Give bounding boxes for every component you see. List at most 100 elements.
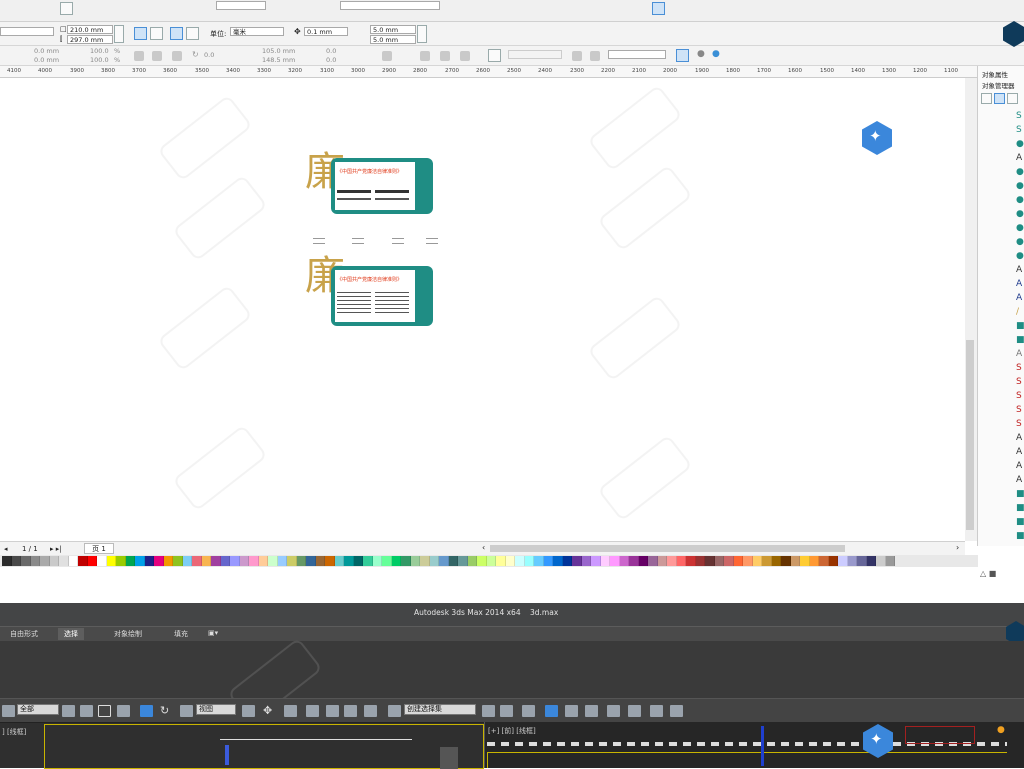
color-palette[interactable] xyxy=(0,555,978,567)
palette-swatch[interactable] xyxy=(496,556,506,566)
duplicate-spinner[interactable] xyxy=(417,25,427,43)
selection-filter-dropdown[interactable]: 全部 xyxy=(17,704,59,715)
horizontal-scroll-thumb[interactable] xyxy=(490,545,845,552)
center-y-field[interactable]: 148.5 mm xyxy=(262,56,295,65)
page-width-field[interactable]: 210.0 mm xyxy=(67,25,113,34)
named-selection-dropdown[interactable]: 创建选择集 xyxy=(404,704,476,715)
text-node[interactable]: A xyxy=(1016,462,1022,471)
palette-swatch[interactable] xyxy=(705,556,715,566)
spinner-snap-icon[interactable] xyxy=(364,705,377,717)
mirror-h-icon[interactable] xyxy=(152,51,162,61)
text-node[interactable]: A xyxy=(1016,350,1022,359)
render-setup-icon[interactable] xyxy=(628,705,641,717)
palette-swatch[interactable] xyxy=(315,556,325,566)
palette-swatch[interactable] xyxy=(657,556,667,566)
object-node[interactable]: S xyxy=(1016,406,1022,415)
object-node[interactable]: ● xyxy=(1016,238,1024,247)
palette-swatch[interactable] xyxy=(600,556,610,566)
manipulate-icon[interactable]: ✥ xyxy=(263,705,276,717)
palette-swatch[interactable] xyxy=(790,556,800,566)
palette-swatch[interactable] xyxy=(391,556,401,566)
object-node[interactable]: ■ xyxy=(1016,504,1024,513)
palette-swatch[interactable] xyxy=(277,556,287,566)
palette-swatch[interactable] xyxy=(125,556,135,566)
object-icon[interactable] xyxy=(994,93,1005,104)
palette-swatch[interactable] xyxy=(819,556,829,566)
tab-freeform[interactable]: 自由形式 xyxy=(4,628,44,640)
palette-swatch[interactable] xyxy=(239,556,249,566)
snap-icon[interactable] xyxy=(652,2,665,15)
palette-swatch[interactable] xyxy=(581,556,591,566)
palette-swatch[interactable] xyxy=(800,556,810,566)
palette-swatch[interactable] xyxy=(838,556,848,566)
schematic-icon[interactable] xyxy=(585,705,598,717)
duplicate-x-field[interactable]: 5.0 mm xyxy=(370,25,416,34)
tab-populate[interactable]: 填充 xyxy=(168,628,194,640)
viewport-label[interactable]: [+] [前] [线框] xyxy=(488,726,536,736)
palette-swatch[interactable] xyxy=(477,556,487,566)
mirror-v-icon[interactable] xyxy=(172,51,182,61)
current-page-button[interactable] xyxy=(186,27,199,40)
palette-swatch[interactable] xyxy=(325,556,335,566)
color-a-icon[interactable]: ● xyxy=(697,49,705,59)
palette-swatch[interactable] xyxy=(781,556,791,566)
palette-swatch[interactable] xyxy=(562,556,572,566)
viewport-right[interactable]: [+] [前] [线框] ✦ ● xyxy=(484,722,1024,768)
palette-swatch[interactable] xyxy=(876,556,886,566)
docker-title-manager[interactable]: 对象管理器 xyxy=(982,80,1015,90)
palette-swatch[interactable] xyxy=(287,556,297,566)
palette-swatch[interactable] xyxy=(21,556,31,566)
palette-swatch[interactable] xyxy=(695,556,705,566)
palette-swatch[interactable] xyxy=(743,556,753,566)
palette-swatch[interactable] xyxy=(106,556,116,566)
palette-swatch[interactable] xyxy=(201,556,211,566)
object-node[interactable]: S xyxy=(1016,112,1022,121)
palette-swatch[interactable] xyxy=(135,556,145,566)
trash-icon[interactable] xyxy=(590,51,600,61)
mirror-icon[interactable] xyxy=(482,705,495,717)
scroll-left-icon[interactable]: ‹ xyxy=(482,543,485,552)
palette-swatch[interactable] xyxy=(363,556,373,566)
palette-swatch[interactable] xyxy=(638,556,648,566)
palette-swatch[interactable] xyxy=(49,556,59,566)
palette-swatch[interactable] xyxy=(30,556,40,566)
palette-swatch[interactable] xyxy=(857,556,867,566)
palette-swatch[interactable] xyxy=(543,556,553,566)
palette-swatch[interactable] xyxy=(686,556,696,566)
palette-swatch[interactable] xyxy=(154,556,164,566)
move-icon[interactable] xyxy=(140,705,153,717)
palette-swatch[interactable] xyxy=(885,556,895,566)
first-page-icon[interactable]: ◂ xyxy=(4,545,8,553)
palette-swatch[interactable] xyxy=(116,556,126,566)
palette-swatch[interactable] xyxy=(809,556,819,566)
layer-icon[interactable] xyxy=(981,93,992,104)
ribbon-toggle-icon[interactable]: ▣▾ xyxy=(208,629,218,637)
palette-swatch[interactable] xyxy=(68,556,78,566)
object-node[interactable]: ● xyxy=(1016,224,1024,233)
palette-swatch[interactable] xyxy=(11,556,21,566)
palette-swatch[interactable] xyxy=(173,556,183,566)
all-pages-button[interactable] xyxy=(170,27,183,40)
palette-swatch[interactable] xyxy=(87,556,97,566)
palette-swatch[interactable] xyxy=(572,556,582,566)
palette-swatch[interactable] xyxy=(714,556,724,566)
object-node[interactable]: ■ xyxy=(1016,532,1024,541)
skew-x-field[interactable]: 0.0 xyxy=(326,47,336,56)
palette-swatch[interactable] xyxy=(59,556,69,566)
snap-toggle-icon[interactable] xyxy=(306,705,319,717)
palette-swatch[interactable] xyxy=(524,556,534,566)
palette-swatch[interactable] xyxy=(268,556,278,566)
design-card[interactable]: 廉 《中国共产党廉洁自律准则》 xyxy=(305,252,435,326)
palette-swatch[interactable] xyxy=(410,556,420,566)
palette-swatch[interactable] xyxy=(648,556,658,566)
palette-swatch[interactable] xyxy=(382,556,392,566)
curve-editor-icon[interactable] xyxy=(565,705,578,717)
palette-swatch[interactable] xyxy=(752,556,762,566)
palette-swatch[interactable] xyxy=(211,556,221,566)
tab-object-paint[interactable]: 对象绘制 xyxy=(108,628,148,640)
link-icon[interactable] xyxy=(2,705,15,717)
page-size-dropdown[interactable] xyxy=(0,27,54,36)
palette-swatch[interactable] xyxy=(667,556,677,566)
percent-snap-icon[interactable] xyxy=(344,705,357,717)
viewport-shading-icon[interactable]: ● xyxy=(997,725,1005,735)
